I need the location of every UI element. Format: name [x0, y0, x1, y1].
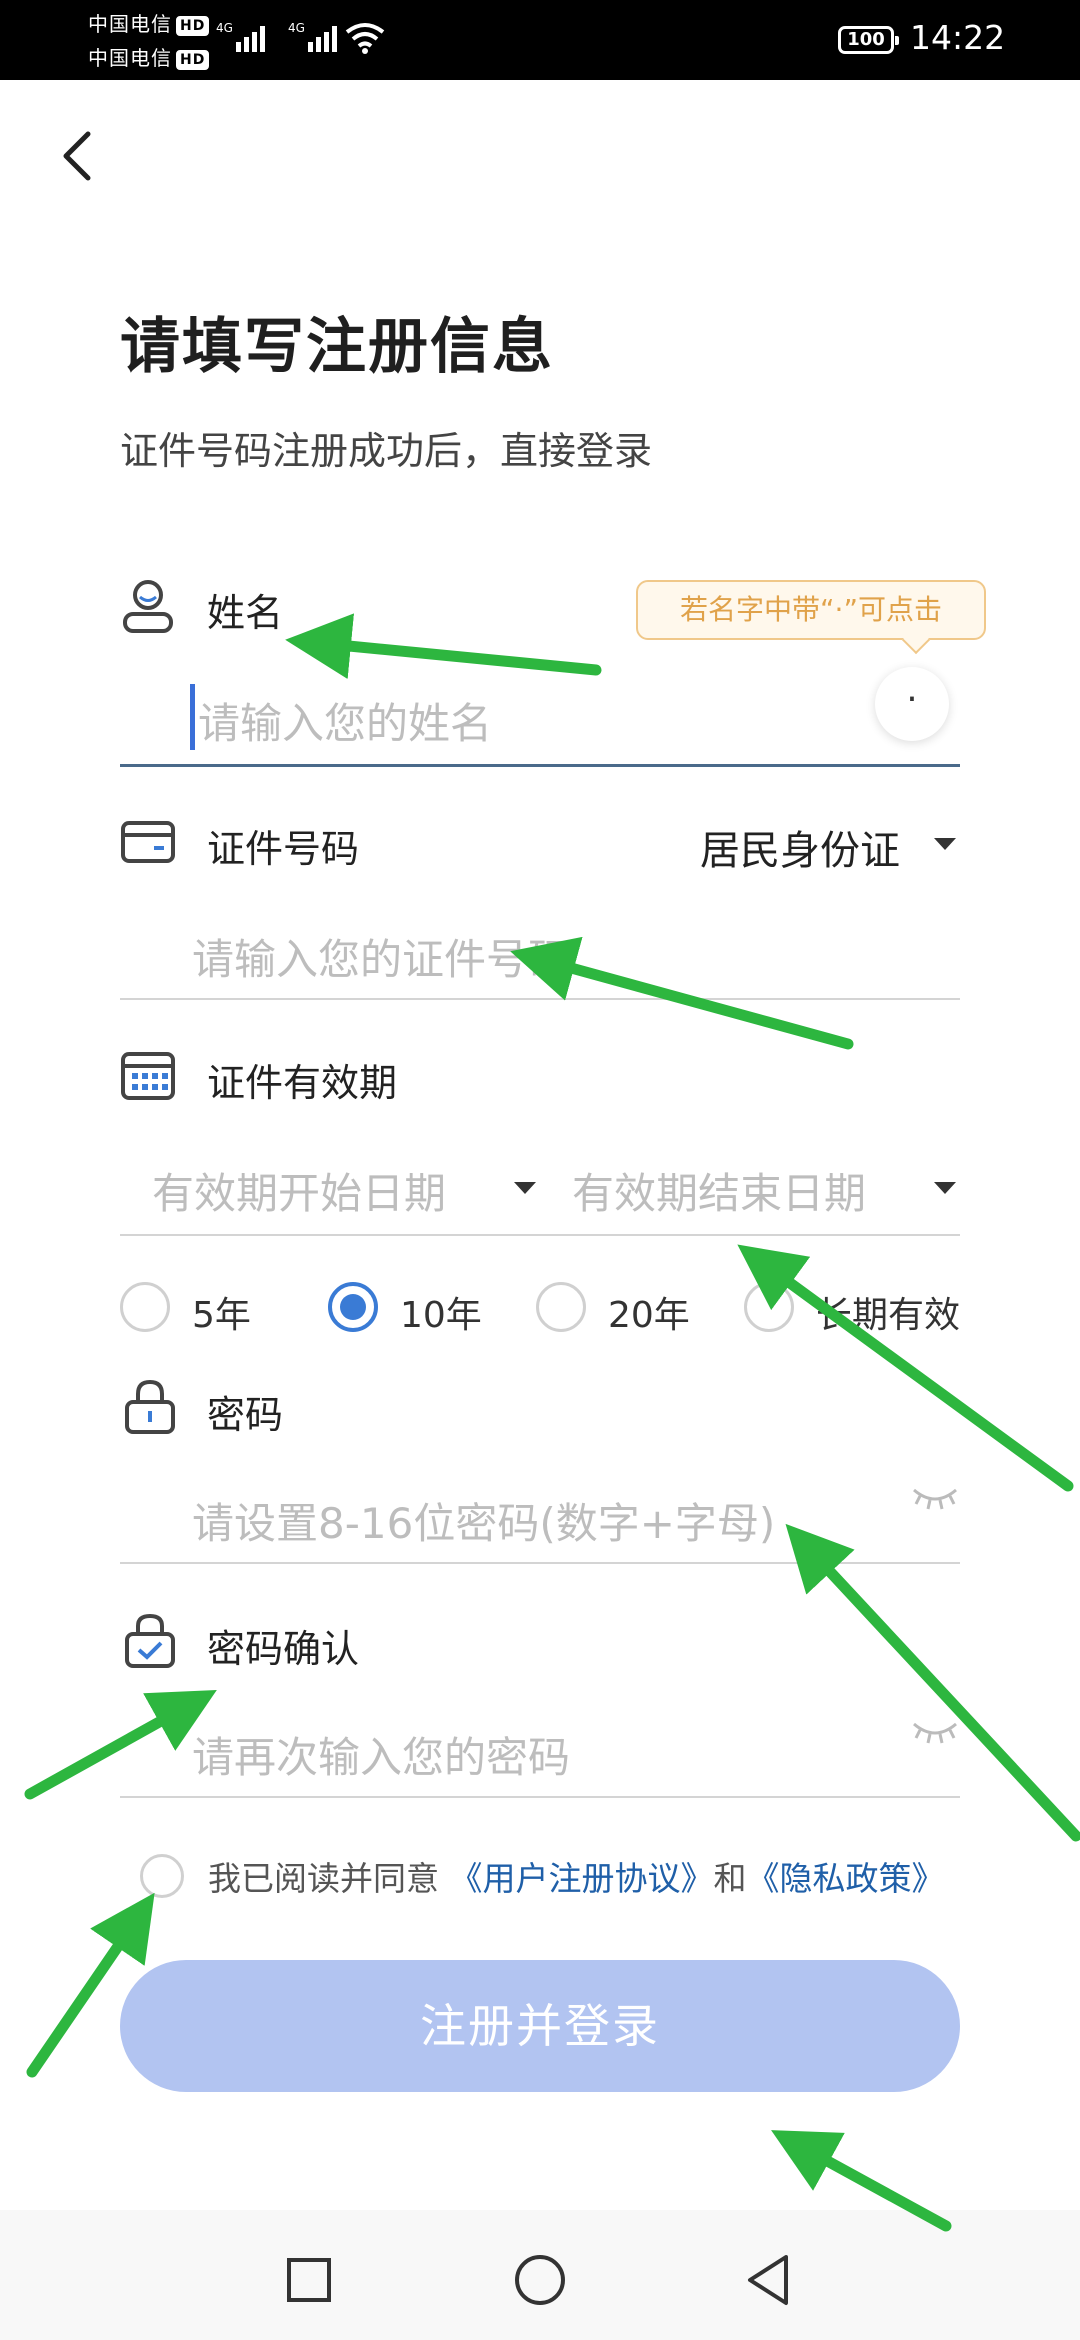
annotation-arrow — [285, 613, 602, 680]
svg-text:4G: 4G — [288, 21, 305, 35]
eye-closed-icon[interactable] — [910, 1484, 960, 1514]
radio-10-years[interactable] — [328, 1282, 378, 1332]
dot-tooltip: 若名字中带“·”可点击 — [636, 580, 986, 640]
id-label: 证件号码 — [207, 827, 360, 871]
agreement-prefix: 我已阅读并同意 — [208, 1859, 439, 1898]
lock-check-icon — [125, 1613, 175, 1668]
validity-label: 证件有效期 — [207, 1061, 398, 1105]
calendar-icon — [121, 1052, 175, 1100]
back-arrow-icon[interactable] — [56, 128, 100, 184]
eye-closed-icon[interactable] — [910, 1718, 960, 1748]
user-icon — [123, 580, 173, 633]
page-title: 请填写注册信息 — [120, 312, 554, 382]
user-agreement-link[interactable]: 《用户注册协议》 — [450, 1859, 714, 1898]
text-caret — [190, 684, 195, 750]
battery-indicator: 100 — [838, 26, 899, 54]
password-input[interactable]: 请设置8-16位密码(数字+字母) — [192, 1490, 775, 1551]
nav-circle-icon[interactable] — [510, 2250, 570, 2310]
radio-5-years[interactable] — [120, 1282, 170, 1332]
privacy-policy-link[interactable]: 《隐私政策》 — [747, 1859, 945, 1898]
validity-start-select[interactable]: 有效期开始日期 — [152, 1160, 446, 1221]
doc-type-value[interactable]: 居民身份证 — [700, 818, 900, 876]
clock: 14:22 — [910, 18, 1006, 57]
confirm-password-label: 密码确认 — [207, 1627, 360, 1671]
radio-permanent[interactable] — [744, 1282, 794, 1332]
svg-text:4G: 4G — [216, 21, 233, 35]
password-underline — [120, 1562, 960, 1564]
nav-square-icon[interactable] — [279, 2250, 339, 2310]
password-label: 密码 — [207, 1393, 284, 1437]
dropdown-triangle-icon — [514, 1182, 536, 1194]
id-number-input[interactable]: 请输入您的证件号码 — [192, 926, 570, 987]
annotation-arrow — [26, 1892, 155, 2078]
validity-underline — [120, 1234, 960, 1236]
signal-icon: 4G — [216, 21, 265, 52]
wifi-icon — [345, 23, 385, 54]
agreement-checkbox[interactable] — [140, 1854, 184, 1898]
agreement-middle: 和 — [713, 1859, 747, 1898]
radio-label-20-years: 20年 — [608, 1295, 690, 1336]
nav-back-icon[interactable] — [740, 2250, 800, 2310]
page-subtitle: 证件号码注册成功后，直接登录 — [120, 429, 653, 473]
dropdown-triangle-icon — [934, 1182, 956, 1194]
lock-icon — [125, 1379, 175, 1434]
name-label: 姓名 — [207, 591, 284, 635]
radio-label-permanent: 长期有效 — [816, 1295, 961, 1336]
carrier-1: 中国电信 HD — [88, 8, 210, 37]
name-underline — [120, 764, 960, 767]
annotation-arrow — [785, 1523, 1080, 1842]
radio-20-years[interactable] — [536, 1282, 586, 1332]
carrier-2: 中国电信 HD — [88, 42, 210, 71]
signal-icon: 4G — [288, 21, 337, 52]
name-input[interactable]: 请输入您的姓名 — [198, 690, 492, 751]
card-icon — [121, 821, 175, 863]
radio-label-10-years: 10年 — [400, 1295, 482, 1336]
confirm-underline — [120, 1796, 960, 1798]
middle-dot-button[interactable]: · — [875, 667, 949, 741]
validity-end-select[interactable]: 有效期结束日期 — [572, 1160, 866, 1221]
annotation-arrow — [510, 936, 854, 1050]
confirm-password-input[interactable]: 请再次输入您的密码 — [192, 1724, 570, 1785]
id-underline — [120, 998, 960, 1000]
radio-label-5-years: 5年 — [192, 1295, 251, 1336]
dropdown-triangle-icon — [934, 838, 956, 850]
register-login-button[interactable]: 注册并登录 — [120, 1960, 960, 2092]
status-bar: 中国电信 HD 中国电信 HD 4G 4G 100 14:22 — [0, 0, 1080, 80]
annotation-arrow — [24, 1689, 217, 1800]
agreement-text: 我已阅读并同意 《用户注册协议》和《隐私政策》 — [208, 1852, 945, 1900]
